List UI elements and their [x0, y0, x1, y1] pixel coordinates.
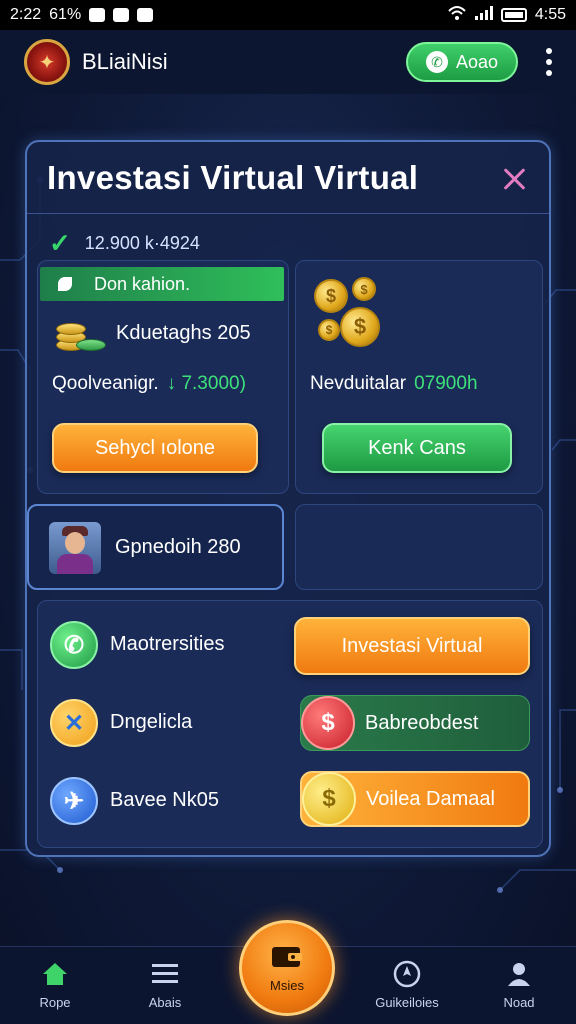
nav-label: Rope: [39, 995, 71, 1010]
card-header-strip: Don kahion.: [40, 267, 284, 301]
dollar-red-icon: $: [301, 696, 355, 750]
center-button-label: Msies: [270, 978, 304, 993]
deposit-label: Babreobdest: [365, 711, 479, 734]
status-right-time: 4:55: [534, 6, 566, 23]
balance-row: Qoolveanigr. ↓ 7.3000): [52, 373, 246, 395]
panel-title: Investasi Virtual Virtual: [47, 158, 419, 196]
summary-value: 12.900 k·4924: [84, 233, 200, 253]
avatar: [49, 522, 101, 574]
returns-value: 07900h: [414, 373, 478, 394]
coin-stack-icon: [54, 313, 110, 353]
returns-label: Nevduitalar: [310, 373, 407, 394]
returns-card: $ $ $ $ Nevduitalar 07900h Kenk Cans: [295, 260, 543, 494]
nav-profile[interactable]: Noad: [474, 959, 564, 1010]
nav-label: Guikeiloies: [375, 995, 439, 1010]
cash-button[interactable]: Kenk Cans: [322, 423, 512, 473]
profile-label: Gpnedoih 280: [115, 536, 241, 558]
list-icon: [150, 959, 180, 989]
phone-icon: ✆: [425, 51, 448, 73]
coins-row: Kduetaghs 205: [54, 313, 251, 353]
app-bar: ✦ BLiaiNisi ✆ Aoao: [0, 30, 576, 94]
list-item-label: Maotrersities: [110, 633, 225, 655]
wallet-action-button[interactable]: $ Voilea Damaal: [300, 771, 530, 827]
check-icon: ✓: [49, 228, 71, 258]
nav-list[interactable]: Abais: [120, 959, 210, 1010]
battery-icon: [500, 8, 527, 22]
app-title: BLiaiNisi: [82, 49, 168, 74]
signal-icon: [474, 5, 493, 25]
leaf-icon: [58, 277, 72, 291]
compass-icon: [392, 959, 422, 989]
status-time: 2:22: [10, 6, 42, 23]
investment-panel: Investasi Virtual Virtual ✓ 12.900 k·492…: [25, 140, 551, 857]
plane-circle-icon: ✈: [50, 777, 98, 825]
close-icon[interactable]: [499, 163, 529, 193]
nav-home[interactable]: Rope: [10, 959, 100, 1010]
deposit-button[interactable]: $ Babreobdest: [300, 695, 530, 751]
list-item-label: Bavee Nk05: [110, 789, 219, 811]
select-button[interactable]: Sehycl ıolone: [52, 423, 258, 473]
gold-coins-icon: $ $ $ $: [314, 277, 394, 351]
balance-value: ↓ 7.3000): [166, 373, 246, 394]
user-icon: [504, 959, 534, 989]
empty-card: [295, 504, 543, 590]
home-icon: [40, 959, 70, 989]
profile-card[interactable]: Gpnedoih 280: [27, 504, 284, 590]
dollar-gold-icon: $: [302, 772, 356, 826]
status-percent: 61%: [49, 6, 82, 23]
wifi-icon: [447, 5, 467, 26]
image-icon: [137, 8, 154, 22]
list-item-label: Dngelicla: [110, 711, 193, 733]
call-button-label: Aoao: [455, 51, 499, 72]
wallet-card: Don kahion. Kduetaghs 205 Qoolveanigr. ↓…: [37, 260, 289, 494]
nav-label: Noad: [503, 995, 535, 1010]
notification-icon: [89, 8, 106, 22]
exchange-circle-icon: ✕: [50, 699, 98, 747]
status-bar: 2:22 61% 4:55: [0, 0, 576, 30]
balance-label: Qoolveanigr.: [52, 373, 159, 394]
strip-label: Don kahion.: [94, 273, 191, 294]
app-logo: ✦: [24, 39, 70, 85]
nav-guide[interactable]: Guikeiloies: [362, 959, 452, 1010]
panel-header: Investasi Virtual Virtual: [27, 142, 549, 214]
gmail-icon: [113, 8, 130, 22]
returns-row: Nevduitalar 07900h: [310, 373, 478, 395]
coins-label: Kduetaghs 205: [116, 321, 251, 344]
more-menu-button[interactable]: [546, 48, 552, 76]
call-button[interactable]: ✆ Aoao: [406, 42, 518, 82]
wallet-icon: [270, 943, 304, 974]
wallet-action-label: Voilea Damaal: [366, 787, 495, 810]
phone-circle-icon: ✆: [50, 621, 98, 669]
actions-card: ✆ Maotrersities ✕ Dngelicla ✈ Bavee Nk05…: [37, 600, 543, 848]
nav-label: Abais: [148, 995, 182, 1010]
invest-virtual-button[interactable]: Investasi Virtual: [294, 617, 530, 675]
center-action-button[interactable]: Msies: [239, 920, 335, 1016]
summary-row: ✓ 12.900 k·4924: [49, 228, 200, 259]
